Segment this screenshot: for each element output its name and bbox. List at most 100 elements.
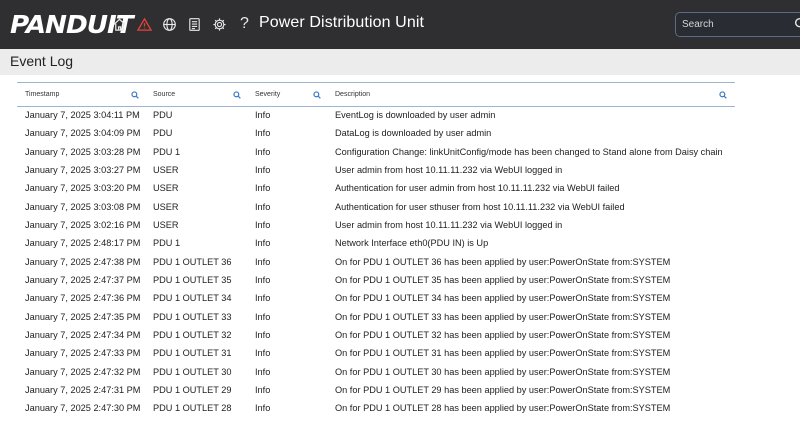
- cell-severity: Info: [255, 384, 271, 395]
- cell-timestamp: January 7, 2025 3:03:20 PM: [25, 183, 141, 194]
- nav-icon-bar: ?: [107, 11, 257, 37]
- cell-severity: Info: [255, 164, 271, 175]
- table-row[interactable]: January 7, 2025 2:47:38 PM PDU 1 OUTLET 3…: [17, 254, 735, 272]
- column-label: Source: [153, 91, 176, 98]
- cell-timestamp: January 7, 2025 3:03:28 PM: [25, 146, 141, 157]
- page-header: Event Log: [0, 49, 800, 75]
- cell-description: On for PDU 1 OUTLET 30 has been applied …: [335, 366, 671, 377]
- cell-source: PDU 1 OUTLET 31: [153, 348, 232, 359]
- table-row[interactable]: January 7, 2025 2:47:36 PM PDU 1 OUTLET 3…: [17, 290, 735, 308]
- cell-description: On for PDU 1 OUTLET 28 has been applied …: [335, 403, 671, 414]
- table-row[interactable]: January 7, 2025 2:47:35 PM PDU 1 OUTLET 3…: [17, 309, 735, 327]
- help-glyph: ?: [240, 15, 249, 32]
- cell-severity: Info: [255, 146, 271, 157]
- cell-source: PDU 1 OUTLET 33: [153, 311, 232, 322]
- table-row[interactable]: January 7, 2025 2:47:30 PM PDU 1 OUTLET 2…: [17, 400, 735, 418]
- cell-description: DataLog is downloaded by user admin: [335, 128, 492, 139]
- cell-description: On for PDU 1 OUTLET 36 has been applied …: [335, 256, 671, 267]
- cell-source: PDU: [153, 110, 173, 120]
- column-search-icon[interactable]: [313, 91, 321, 99]
- table-row[interactable]: January 7, 2025 3:03:27 PM USER Info User a…: [17, 162, 735, 180]
- table-row[interactable]: January 7, 2025 3:03:28 PM PDU 1 Info Confi…: [17, 144, 735, 162]
- column-search-icon[interactable]: [719, 91, 727, 99]
- cell-source: USER: [153, 183, 179, 194]
- cell-description: Authentication for user admin from host …: [335, 183, 620, 194]
- cell-timestamp: January 7, 2025 3:03:08 PM: [25, 201, 141, 212]
- search-icon[interactable]: [794, 17, 800, 31]
- cell-description: Network Interface eth0(PDU IN) is Up: [335, 238, 489, 249]
- cell-source: USER: [153, 219, 179, 230]
- gear-icon[interactable]: [207, 11, 232, 37]
- cell-description: On for PDU 1 OUTLET 33 has been applied …: [335, 311, 671, 322]
- cell-severity: Info: [255, 274, 271, 285]
- help-icon[interactable]: ?: [232, 11, 257, 37]
- cell-timestamp: January 7, 2025 2:47:36 PM: [25, 293, 141, 304]
- column-label: Severity: [255, 91, 281, 98]
- table-row[interactable]: January 7, 2025 2:47:34 PM PDU 1 OUTLET 3…: [17, 327, 735, 345]
- cell-severity: Info: [255, 183, 271, 194]
- cell-severity: Info: [255, 238, 271, 249]
- cell-source: PDU 1 OUTLET 36: [153, 256, 232, 267]
- app-title: Power Distribution Unit: [259, 14, 425, 31]
- cell-severity: Info: [255, 256, 271, 267]
- table-body: January 7, 2025 3:04:11 PM PDU Info EventLo…: [17, 107, 735, 419]
- search-input[interactable]: [682, 16, 792, 33]
- column-severity[interactable]: Severity: [247, 83, 327, 107]
- table-row[interactable]: January 7, 2025 2:47:37 PM PDU 1 OUTLET 3…: [17, 272, 735, 290]
- cell-severity: Info: [255, 348, 271, 359]
- cell-timestamp: January 7, 2025 2:47:38 PM: [25, 256, 141, 267]
- cell-description: Authentication for user sthuser from hos…: [335, 201, 625, 212]
- column-search-icon[interactable]: [131, 91, 139, 99]
- table-row[interactable]: January 7, 2025 3:04:11 PM PDU Info EventLo…: [17, 107, 735, 125]
- cell-severity: Info: [255, 366, 271, 377]
- cell-severity: Info: [255, 201, 271, 212]
- table-row[interactable]: January 7, 2025 2:48:17 PM PDU 1 Info Netwo…: [17, 235, 735, 253]
- cell-source: PDU 1 OUTLET 29: [153, 384, 232, 395]
- cell-timestamp: January 7, 2025 2:47:37 PM: [25, 274, 141, 285]
- cell-description: On for PDU 1 OUTLET 31 has been applied …: [335, 348, 671, 359]
- cell-description: EventLog is downloaded by user admin: [335, 110, 496, 120]
- table-row[interactable]: January 7, 2025 3:02:16 PM USER Info User a…: [17, 217, 735, 235]
- cell-description: User admin from host 10.11.11.232 via We…: [335, 219, 563, 230]
- table-row[interactable]: January 7, 2025 3:04:09 PM PDU Info DataLog…: [17, 125, 735, 143]
- cell-timestamp: January 7, 2025 2:47:35 PM: [25, 311, 141, 322]
- column-timestamp[interactable]: Timestamp: [17, 83, 145, 107]
- cell-source: USER: [153, 164, 179, 175]
- cell-severity: Info: [255, 329, 271, 340]
- top-bar: PANDUIT ? Power Distribution Unit Search: [0, 0, 800, 49]
- column-description[interactable]: Description: [327, 83, 735, 107]
- cell-source: PDU 1 OUTLET 30: [153, 366, 232, 377]
- cell-severity: Info: [255, 293, 271, 304]
- cell-description: On for PDU 1 OUTLET 34 has been applied …: [335, 293, 671, 304]
- cell-source: PDU 1 OUTLET 34: [153, 293, 232, 304]
- table-row[interactable]: January 7, 2025 3:03:20 PM USER Info Authen…: [17, 180, 735, 198]
- home-icon[interactable]: [107, 11, 132, 37]
- globe-icon[interactable]: [157, 11, 182, 37]
- cell-source: PDU 1 OUTLET 28: [153, 403, 232, 414]
- cell-timestamp: January 7, 2025 3:03:27 PM: [25, 164, 141, 175]
- cell-source: PDU 1: [153, 146, 181, 157]
- event-log-table: Timestamp Source Severity Description Ja…: [17, 82, 735, 419]
- table-row[interactable]: January 7, 2025 3:03:08 PM USER Info Authen…: [17, 199, 735, 217]
- search-box[interactable]: [675, 12, 800, 37]
- column-source[interactable]: Source: [145, 83, 247, 107]
- cell-timestamp: January 7, 2025 3:04:09 PM: [25, 128, 141, 139]
- column-label: Timestamp: [25, 91, 60, 98]
- table-row[interactable]: January 7, 2025 2:47:32 PM PDU 1 OUTLET 3…: [17, 364, 735, 382]
- cell-severity: Info: [255, 403, 271, 414]
- cell-source: PDU 1 OUTLET 35: [153, 274, 232, 285]
- table-row[interactable]: January 7, 2025 2:47:31 PM PDU 1 OUTLET 2…: [17, 382, 735, 400]
- cell-severity: Info: [255, 128, 271, 139]
- cell-timestamp: January 7, 2025 3:04:11 PM: [25, 110, 140, 120]
- cell-source: PDU 1 OUTLET 32: [153, 329, 232, 340]
- alarm-icon[interactable]: [132, 11, 157, 37]
- column-search-icon[interactable]: [233, 91, 241, 99]
- cell-timestamp: January 7, 2025 2:47:30 PM: [25, 403, 141, 414]
- table-row[interactable]: January 7, 2025 2:47:33 PM PDU 1 OUTLET 3…: [17, 345, 735, 363]
- cell-severity: Info: [255, 311, 271, 322]
- cell-severity: Info: [255, 110, 271, 120]
- cell-timestamp: January 7, 2025 2:47:31 PM: [25, 384, 141, 395]
- document-icon[interactable]: [182, 11, 207, 37]
- cell-timestamp: January 7, 2025 3:02:16 PM: [25, 219, 141, 230]
- cell-timestamp: January 7, 2025 2:47:32 PM: [25, 366, 141, 377]
